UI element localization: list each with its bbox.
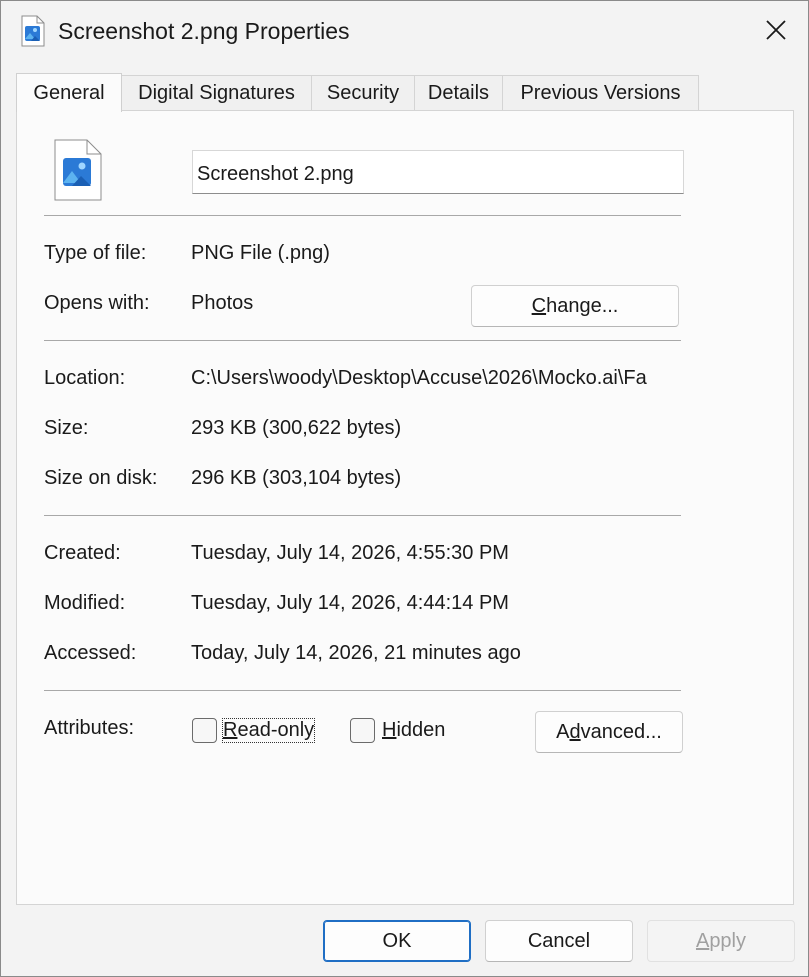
advanced-button-label: Advanced... [556,720,662,743]
window-title: Screenshot 2.png Properties [58,18,350,44]
tab-previous-versions[interactable]: Previous Versions [502,75,699,111]
opens-with-label: Opens with: [44,292,150,314]
image-file-icon [54,139,102,201]
type-of-file-value: PNG File (.png) [191,242,330,264]
opens-with-value: Photos [191,292,254,314]
divider [44,690,681,691]
accessed-label: Accessed: [44,642,137,664]
general-panel: Type of file: PNG File (.png) Opens with… [16,110,794,905]
read-only-checkbox[interactable] [192,718,217,743]
tab-details[interactable]: Details [414,75,503,111]
type-of-file-label: Type of file: [44,242,147,264]
tab-general[interactable]: General [16,73,122,112]
cancel-button[interactable]: Cancel [485,920,633,962]
hidden-label[interactable]: Hidden [382,719,445,742]
read-only-label[interactable]: Read-only [221,718,316,743]
tab-digital-signatures[interactable]: Digital Signatures [121,75,312,111]
apply-button[interactable]: Apply [647,920,795,962]
attributes-label: Attributes: [44,717,135,739]
size-value: 293 KB (300,622 bytes) [191,417,402,439]
properties-dialog: Screenshot 2.png Properties General Digi… [0,0,809,977]
dialog-footer: OK Cancel Apply [1,906,808,976]
location-label: Location: [44,367,126,389]
size-on-disk-label: Size on disk: [44,467,158,489]
file-name-input[interactable] [192,150,684,194]
close-button[interactable] [743,1,808,63]
created-label: Created: [44,542,121,564]
change-button[interactable]: Change... [471,285,679,327]
size-label: Size: [44,417,89,439]
image-file-icon [21,15,45,47]
size-on-disk-value: 296 KB (303,104 bytes) [191,467,402,489]
modified-value: Tuesday, July 14, 2026, 4:44:14 PM [191,592,509,614]
divider [44,515,681,516]
hidden-checkbox[interactable] [350,718,375,743]
divider [44,215,681,216]
accessed-value: Today, July 14, 2026, 21 minutes ago [191,642,521,664]
ok-button[interactable]: OK [323,920,471,962]
location-value[interactable]: C:\Users\woody\Desktop\Accuse\2026\Mocko… [191,367,681,390]
advanced-button[interactable]: Advanced... [535,711,683,753]
divider [44,340,681,341]
tab-security[interactable]: Security [311,75,415,111]
modified-label: Modified: [44,592,126,614]
created-value: Tuesday, July 14, 2026, 4:55:30 PM [191,542,509,564]
apply-button-label: Apply [695,929,747,952]
change-button-label: Change... [531,294,619,317]
title-bar[interactable]: Screenshot 2.png Properties [1,1,808,63]
close-icon [765,19,787,46]
